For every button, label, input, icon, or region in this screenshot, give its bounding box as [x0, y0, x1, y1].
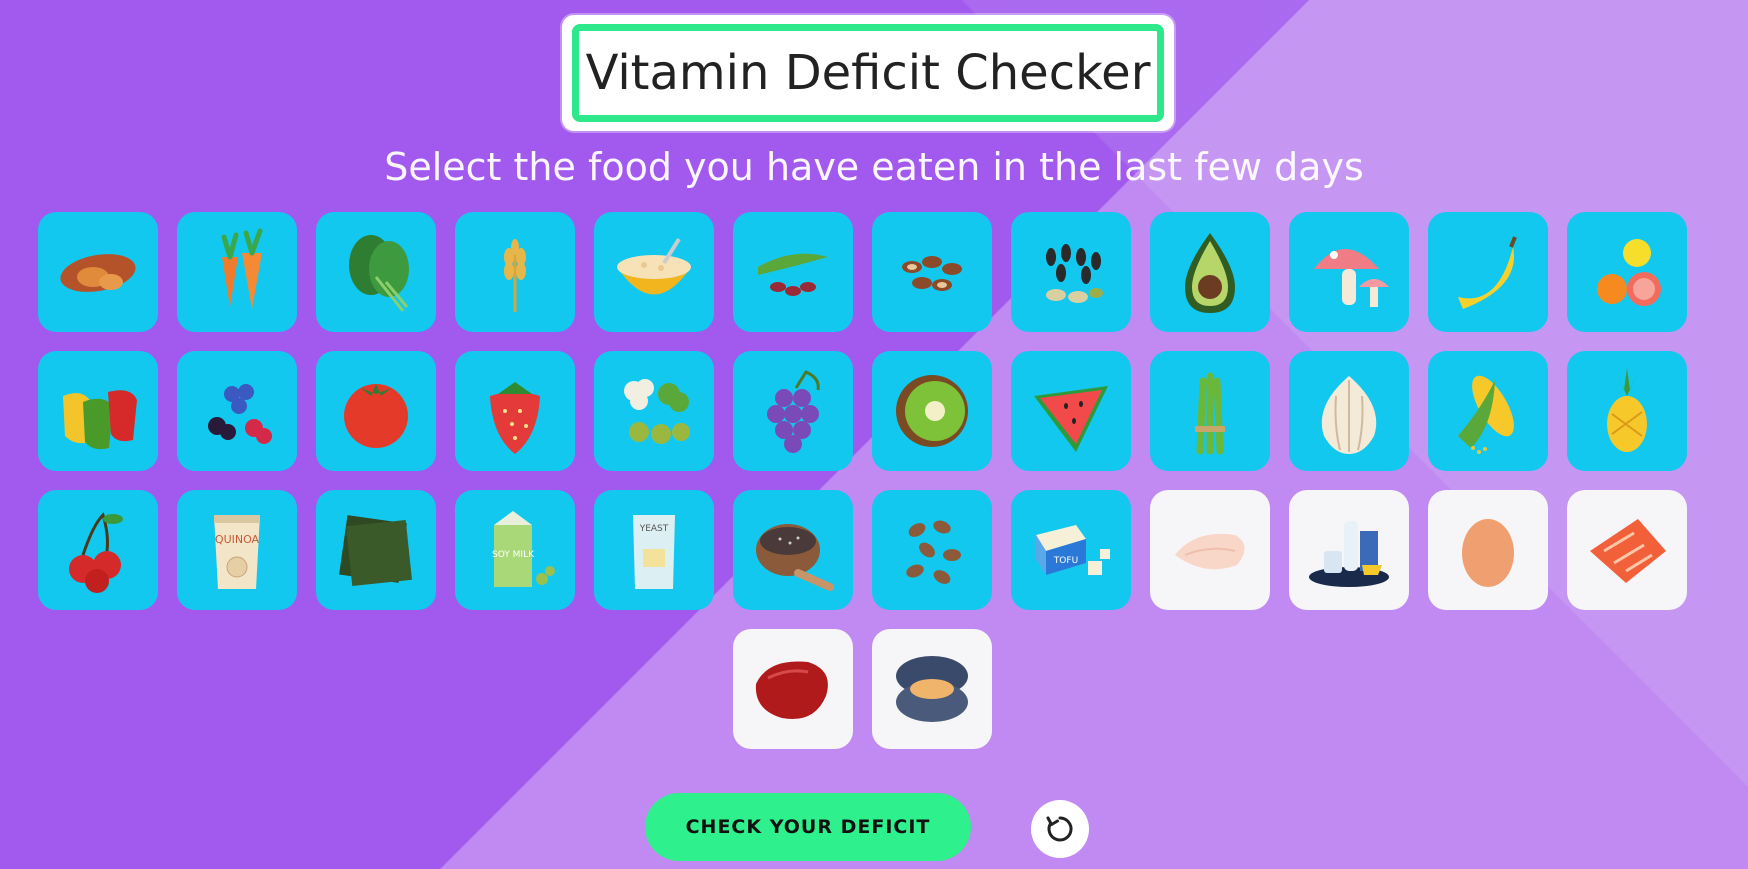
- food-tile-salmon[interactable]: [1567, 490, 1687, 610]
- beans-icon: [758, 253, 828, 296]
- watermelon-icon: [1034, 386, 1108, 452]
- food-tile-sunflower-seeds[interactable]: [1011, 212, 1131, 332]
- food-tile-carrots[interactable]: [177, 212, 297, 332]
- food-tile-liver[interactable]: [733, 629, 853, 749]
- banana-icon: [1458, 236, 1517, 309]
- soy-milk-label: SOY MILK: [492, 550, 535, 560]
- food-tile-strawberry[interactable]: [455, 351, 575, 471]
- page-title: Vitamin Deficit Checker: [585, 45, 1151, 101]
- cherries-icon: [69, 512, 123, 593]
- soy-milk-icon: SOY MILK: [492, 511, 555, 587]
- quinoa-label: QUINOA: [215, 533, 260, 546]
- corn-icon: [1458, 375, 1514, 454]
- food-tile-corn[interactable]: [1428, 351, 1548, 471]
- berries-icon: [208, 384, 272, 444]
- food-tile-quinoa[interactable]: QUINOA: [177, 490, 297, 610]
- grapes-icon: [767, 370, 820, 453]
- food-tile-yeast[interactable]: YEAST: [594, 490, 714, 610]
- food-tile-oatmeal[interactable]: [594, 212, 714, 332]
- food-tile-chia-seeds[interactable]: [733, 490, 853, 610]
- food-tile-grapes[interactable]: [733, 351, 853, 471]
- food-tile-berries[interactable]: [177, 351, 297, 471]
- food-tile-sweet-potato[interactable]: [38, 212, 158, 332]
- kiwi-icon: [896, 375, 968, 447]
- salmon-icon: [1590, 519, 1666, 583]
- title-card: Vitamin Deficit Checker: [562, 15, 1174, 131]
- dairy-icon: [1309, 521, 1389, 587]
- garlic-icon: [1321, 376, 1377, 454]
- food-tile-kiwi[interactable]: [872, 351, 992, 471]
- cocoa-beans-icon: [906, 520, 961, 584]
- asparagus-icon: [1195, 372, 1225, 455]
- tofu-icon: TOFU: [1036, 525, 1110, 575]
- mushroom-icon: [1314, 249, 1389, 307]
- food-tile-egg[interactable]: [1428, 490, 1548, 610]
- spinach-icon: [349, 235, 409, 312]
- seeds-icon: [1046, 244, 1103, 303]
- food-tile-avocado[interactable]: [1150, 212, 1270, 332]
- food-tile-spinach[interactable]: [316, 212, 436, 332]
- food-tile-dairy[interactable]: [1289, 490, 1409, 610]
- carrots-icon: [221, 228, 263, 309]
- food-tile-wheat[interactable]: [455, 212, 575, 332]
- food-tile-watermelon[interactable]: [1011, 351, 1131, 471]
- mussel-icon: [896, 656, 968, 722]
- title-frame: Vitamin Deficit Checker: [572, 24, 1164, 122]
- seaweed-icon: [339, 515, 412, 586]
- bell-peppers-icon: [63, 390, 137, 450]
- cauliflower-broccoli-icon: [624, 379, 690, 444]
- citrus-icon: [1597, 239, 1661, 306]
- food-tile-beans[interactable]: [733, 212, 853, 332]
- yeast-bag-icon: YEAST: [633, 515, 675, 589]
- check-deficit-button[interactable]: CHECK YOUR DEFICIT: [645, 793, 971, 861]
- tofu-label: TOFU: [1053, 556, 1078, 566]
- food-tile-asparagus[interactable]: [1150, 351, 1270, 471]
- food-tile-banana[interactable]: [1428, 212, 1548, 332]
- food-tile-cruciferous[interactable]: [594, 351, 714, 471]
- food-tile-garlic[interactable]: [1289, 351, 1409, 471]
- reset-icon: [1046, 816, 1073, 842]
- food-tile-mussel[interactable]: [872, 629, 992, 749]
- food-tile-mushroom[interactable]: [1289, 212, 1409, 332]
- yeast-label: YEAST: [639, 524, 669, 534]
- subtitle: Select the food you have eaten in the la…: [384, 145, 1364, 189]
- tomato-icon: [344, 384, 408, 448]
- food-tile-tofu[interactable]: TOFU: [1011, 490, 1131, 610]
- food-tile-cherries[interactable]: [38, 490, 158, 610]
- food-tile-bell-peppers[interactable]: [38, 351, 158, 471]
- food-tile-tomato[interactable]: [316, 351, 436, 471]
- quinoa-bag-icon: QUINOA: [214, 515, 260, 589]
- nuts-icon: [902, 256, 962, 291]
- food-tile-cocoa-beans[interactable]: [872, 490, 992, 610]
- food-tile-soy-milk[interactable]: SOY MILK: [455, 490, 575, 610]
- strawberry-icon: [490, 382, 540, 454]
- egg-icon: [1462, 519, 1514, 587]
- chicken-breast-icon: [1175, 533, 1245, 570]
- avocado-icon: [1185, 233, 1235, 313]
- food-tile-brazil-nuts[interactable]: [872, 212, 992, 332]
- oatmeal-bowl-icon: [617, 237, 691, 295]
- liver-icon: [755, 661, 828, 720]
- food-tile-pineapple[interactable]: [1567, 351, 1687, 471]
- chia-bowl-icon: [756, 524, 834, 591]
- reset-button[interactable]: [1031, 800, 1089, 858]
- pineapple-icon: [1607, 368, 1647, 452]
- wheat-icon: [504, 239, 526, 312]
- food-tile-citrus[interactable]: [1567, 212, 1687, 332]
- sweet-potato-icon: [60, 254, 136, 292]
- food-tile-seaweed[interactable]: [316, 490, 436, 610]
- food-tile-chicken-breast[interactable]: [1150, 490, 1270, 610]
